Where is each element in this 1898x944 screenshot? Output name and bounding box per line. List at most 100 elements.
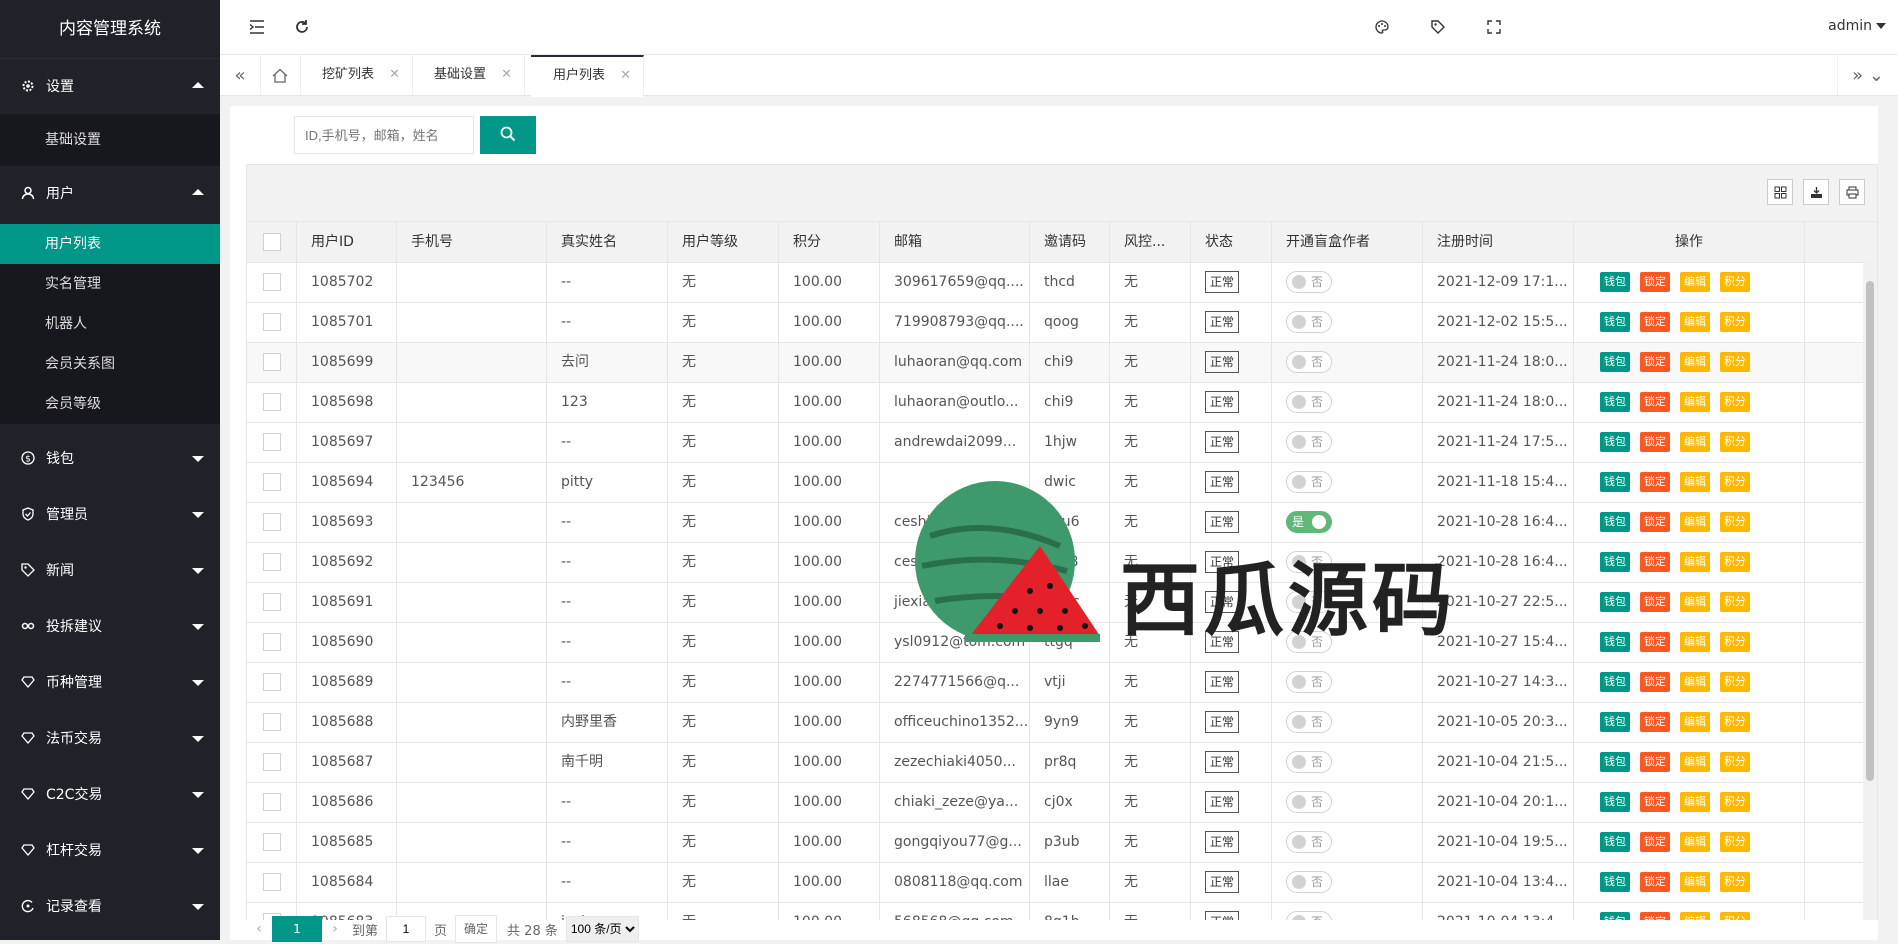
row-checkbox[interactable]	[263, 753, 281, 771]
edit-button[interactable]: 编辑	[1680, 872, 1710, 892]
edit-button[interactable]: 编辑	[1680, 792, 1710, 812]
sidebar-head-news[interactable]: 新闻	[0, 542, 220, 598]
wallet-button[interactable]: 钱包	[1600, 672, 1630, 692]
table-row[interactable]: 1085694 123456 pitty 无 100.00 dwic 无正常否 2021-11…	[247, 463, 1877, 503]
wallet-button[interactable]: 钱包	[1600, 592, 1630, 612]
col-user-id[interactable]: 用户ID	[297, 222, 397, 262]
table-row[interactable]: 1085688 内野里香无 100.00 officeuchino1352... 9yn…	[247, 703, 1877, 743]
edit-button[interactable]: 编辑	[1680, 472, 1710, 492]
blindbox-toggle[interactable]: 否	[1286, 311, 1332, 333]
points-button[interactable]: 积分	[1720, 672, 1750, 692]
theme-icon[interactable]	[1370, 15, 1394, 39]
points-button[interactable]: 积分	[1720, 552, 1750, 572]
points-button[interactable]: 积分	[1720, 712, 1750, 732]
col-user-level[interactable]: 用户等级	[668, 222, 779, 262]
points-button[interactable]: 积分	[1720, 832, 1750, 852]
tabs-prev-icon[interactable]: «	[220, 55, 261, 95]
close-icon[interactable]: ✕	[620, 57, 631, 94]
wallet-button[interactable]: 钱包	[1600, 832, 1630, 852]
lock-button[interactable]: 锁定	[1640, 552, 1670, 572]
lock-button[interactable]: 锁定	[1640, 632, 1670, 652]
lock-button[interactable]: 锁定	[1640, 872, 1670, 892]
table-row[interactable]: 1085701 -- 无 100.00 719908793@qq.... qoog 无正常否…	[247, 303, 1877, 343]
lock-button[interactable]: 锁定	[1640, 472, 1670, 492]
blindbox-toggle[interactable]: 否	[1286, 791, 1332, 813]
edit-button[interactable]: 编辑	[1680, 712, 1710, 732]
lock-button[interactable]: 锁定	[1640, 792, 1670, 812]
edit-button[interactable]: 编辑	[1680, 432, 1710, 452]
table-row[interactable]: 1085702 -- 无 100.00 309617659@qq.... thcd 无正常否…	[247, 263, 1877, 303]
col-risk[interactable]: 风控...	[1110, 222, 1191, 262]
wallet-button[interactable]: 钱包	[1600, 312, 1630, 332]
lock-button[interactable]: 锁定	[1640, 272, 1670, 292]
blindbox-toggle[interactable]: 否	[1286, 351, 1332, 373]
row-checkbox[interactable]	[263, 593, 281, 611]
refresh-icon[interactable]	[290, 15, 314, 39]
blindbox-toggle[interactable]: 否	[1286, 751, 1332, 773]
blindbox-toggle[interactable]: 否	[1286, 631, 1332, 653]
table-row[interactable]: 1085693 -- 无 100.00 ceshi3@qq.com 3qu6 无正常是 202…	[247, 503, 1877, 543]
menu-fold-icon[interactable]	[245, 15, 269, 39]
table-row[interactable]: 1085684 -- 无 100.00 0808118@qq.com llae 无正常否 20…	[247, 863, 1877, 903]
tab-user-list[interactable]: 用户列表 ✕	[531, 55, 645, 97]
blindbox-toggle[interactable]: 否	[1286, 911, 1332, 920]
wallet-button[interactable]: 钱包	[1600, 752, 1630, 772]
sidebar-head-leverage[interactable]: 杠杆交易	[0, 822, 220, 878]
sidebar-head-users[interactable]: 用户	[0, 166, 220, 220]
print-icon[interactable]	[1839, 179, 1865, 205]
current-page[interactable]: 1	[272, 916, 322, 942]
sidebar-item-member-level[interactable]: 会员等级	[0, 384, 220, 424]
row-checkbox[interactable]	[263, 313, 281, 331]
blindbox-toggle[interactable]: 是	[1286, 511, 1332, 533]
lock-button[interactable]: 锁定	[1640, 352, 1670, 372]
sidebar-head-records[interactable]: 记录查看	[0, 878, 220, 934]
edit-button[interactable]: 编辑	[1680, 912, 1710, 920]
row-checkbox[interactable]	[263, 633, 281, 651]
lock-button[interactable]: 锁定	[1640, 912, 1670, 920]
table-scrollbar[interactable]	[1863, 261, 1877, 920]
scrollbar-thumb[interactable]	[1866, 281, 1874, 781]
goto-confirm-button[interactable]: 确定	[455, 915, 498, 943]
wallet-button[interactable]: 钱包	[1600, 472, 1630, 492]
table-row[interactable]: 1085691 -- 无 100.00 jiexiang_bi@163... c1wc 无正…	[247, 583, 1877, 623]
sidebar-head-fiat[interactable]: 法币交易	[0, 710, 220, 766]
row-checkbox[interactable]	[263, 873, 281, 891]
row-checkbox[interactable]	[263, 793, 281, 811]
col-invite-code[interactable]: 邀请码	[1030, 222, 1110, 262]
user-menu[interactable]: admin	[1828, 18, 1886, 34]
blindbox-toggle[interactable]: 否	[1286, 271, 1332, 293]
table-row[interactable]: 1085685 -- 无 100.00 gongqiyou77@g... p3ub 无正常否…	[247, 823, 1877, 863]
lock-button[interactable]: 锁定	[1640, 672, 1670, 692]
col-real-name[interactable]: 真实姓名	[547, 222, 668, 262]
points-button[interactable]: 积分	[1720, 872, 1750, 892]
edit-button[interactable]: 编辑	[1680, 632, 1710, 652]
fullscreen-icon[interactable]	[1482, 15, 1506, 39]
points-button[interactable]: 积分	[1720, 352, 1750, 372]
row-checkbox[interactable]	[263, 433, 281, 451]
row-checkbox[interactable]	[263, 513, 281, 531]
lock-button[interactable]: 锁定	[1640, 392, 1670, 412]
wallet-button[interactable]: 钱包	[1600, 392, 1630, 412]
sidebar-head-admin[interactable]: 管理员	[0, 486, 220, 542]
page-size-select[interactable]: 100 条/页	[565, 916, 639, 942]
blindbox-toggle[interactable]: 否	[1286, 551, 1332, 573]
next-page-icon[interactable]: ›	[322, 921, 348, 937]
wallet-button[interactable]: 钱包	[1600, 712, 1630, 732]
lock-button[interactable]: 锁定	[1640, 432, 1670, 452]
close-icon[interactable]: ✕	[501, 55, 512, 95]
sidebar-head-wallet[interactable]: $ 钱包	[0, 430, 220, 486]
points-button[interactable]: 积分	[1720, 512, 1750, 532]
search-button[interactable]	[480, 116, 536, 154]
tabs-next-icon[interactable]: » ⌄	[1837, 55, 1898, 95]
wallet-button[interactable]: 钱包	[1600, 512, 1630, 532]
sidebar-item-robot[interactable]: 机器人	[0, 304, 220, 344]
lock-button[interactable]: 锁定	[1640, 512, 1670, 532]
col-email[interactable]: 邮箱	[880, 222, 1030, 262]
sidebar-head-settings[interactable]: 设置	[0, 58, 220, 114]
row-checkbox[interactable]	[263, 553, 281, 571]
wallet-button[interactable]: 钱包	[1600, 552, 1630, 572]
table-row[interactable]: 1085687 南千明无 100.00 zezechiaki4050... pr8q 无正…	[247, 743, 1877, 783]
points-button[interactable]: 积分	[1720, 592, 1750, 612]
prev-page-icon[interactable]: ‹	[246, 921, 272, 937]
home-icon[interactable]	[260, 55, 301, 95]
